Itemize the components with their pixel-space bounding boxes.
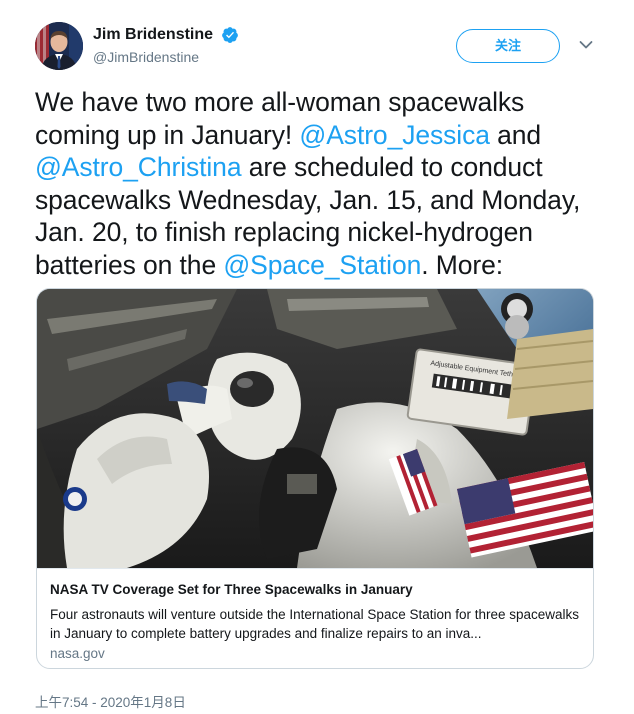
tweet-text-segment: . More: bbox=[421, 249, 503, 280]
tweet-text: We have two more all-woman spacewalks co… bbox=[35, 86, 605, 281]
avatar-image bbox=[35, 22, 83, 70]
author-block[interactable]: Jim Bridenstine @JimBridenstine bbox=[93, 26, 239, 65]
card-image[interactable]: Adjustable Equipment Tether bbox=[37, 289, 593, 568]
verified-badge-icon bbox=[222, 27, 239, 43]
card-domain: nasa.gov bbox=[50, 646, 105, 661]
mention-link[interactable]: @Astro_Christina bbox=[35, 152, 242, 182]
mention-link[interactable]: @Astro_Jessica bbox=[299, 120, 490, 150]
spacewalk-photo: Adjustable Equipment Tether bbox=[37, 289, 593, 568]
link-card[interactable]: Adjustable Equipment Tether NASA TV Cove… bbox=[36, 288, 594, 669]
follow-button[interactable]: 关注 bbox=[456, 29, 560, 63]
timestamp[interactable]: 上午7:54 - 2020年1月8日 bbox=[35, 691, 186, 711]
handle[interactable]: @JimBridenstine bbox=[93, 49, 239, 65]
chevron-down-icon[interactable] bbox=[579, 40, 593, 50]
card-title[interactable]: NASA TV Coverage Set for Three Spacewalk… bbox=[50, 582, 413, 597]
avatar[interactable] bbox=[35, 22, 83, 70]
display-name[interactable]: Jim Bridenstine bbox=[93, 26, 213, 44]
tweet-text-segment: and bbox=[489, 119, 542, 150]
card-body[interactable]: NASA TV Coverage Set for Three Spacewalk… bbox=[37, 568, 593, 668]
card-description: Four astronauts will venture outside the… bbox=[50, 607, 580, 641]
mention-link[interactable]: @Space_Station bbox=[223, 250, 421, 280]
tweet: Jim Bridenstine @JimBridenstine 关注 We ha… bbox=[0, 0, 634, 714]
